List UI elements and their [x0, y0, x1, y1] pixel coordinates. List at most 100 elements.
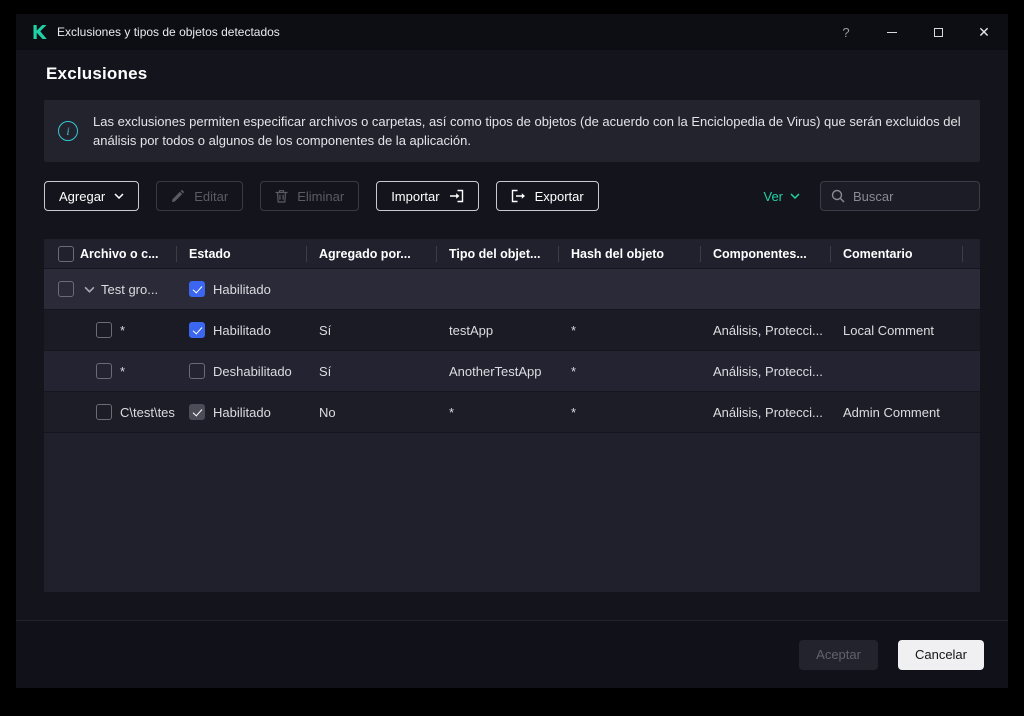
status-label: Habilitado [213, 322, 271, 338]
column-header-comment[interactable]: Comentario [830, 239, 962, 268]
row-end-spacer [962, 351, 980, 391]
select-all-checkbox[interactable] [58, 245, 74, 262]
column-header-components[interactable]: Componentes... [700, 239, 830, 268]
column-header-added-by[interactable]: Agregado por... [306, 239, 436, 268]
status-cell: Habilitado [176, 269, 306, 309]
info-icon: i [58, 121, 78, 141]
status-label: Habilitado [213, 404, 271, 420]
row-select-cell [44, 310, 78, 350]
table-row[interactable]: * Deshabilitado Sí AnotherTestApp * Anál… [44, 351, 980, 392]
components-cell: Análisis, Protecci... [713, 322, 823, 338]
chevron-down-icon[interactable] [84, 286, 95, 293]
row-select-cell [44, 351, 78, 391]
status-label: Deshabilitado [213, 363, 292, 379]
table-header: Archivo o c... Estado Agregado por... Ti… [44, 239, 980, 269]
footer: Aceptar Cancelar [16, 620, 1008, 688]
comment-cell [830, 351, 962, 391]
export-button[interactable]: Exportar [495, 181, 599, 211]
export-icon [511, 189, 526, 203]
search-input[interactable] [853, 188, 969, 204]
column-header-spacer [962, 239, 980, 268]
maximize-icon [933, 27, 943, 37]
file-name: * [120, 363, 126, 379]
help-button[interactable]: ? [838, 24, 854, 40]
table-group-row[interactable]: Test gro... Habilitado [44, 269, 980, 310]
cancel-button[interactable]: Cancelar [897, 639, 984, 670]
row-select-cell [44, 269, 78, 309]
app-window: Exclusiones y tipos de objetos detectado… [16, 14, 1008, 688]
delete-button-label: Eliminar [297, 188, 345, 204]
status-checkbox[interactable] [189, 281, 205, 297]
row-end-spacer [962, 310, 980, 350]
file-cell: * [78, 310, 176, 350]
import-button[interactable]: Importar [376, 181, 479, 211]
added-by-cell: Sí [319, 363, 332, 379]
row-checkbox[interactable] [96, 363, 112, 379]
view-dropdown[interactable]: Ver [763, 189, 800, 204]
object-hash-cell: * [571, 363, 577, 379]
row-checkbox[interactable] [96, 404, 112, 420]
chevron-down-icon [114, 193, 124, 199]
row-select-cell [44, 392, 78, 432]
trash-icon [275, 189, 288, 203]
exclusions-table: Archivo o c... Estado Agregado por... Ti… [44, 239, 980, 592]
status-cell: Habilitado [176, 310, 306, 350]
status-label: Habilitado [213, 281, 271, 297]
column-header-status[interactable]: Estado [176, 239, 306, 268]
kaspersky-logo-icon [32, 24, 48, 40]
file-name: * [120, 322, 126, 338]
file-cell: * [78, 351, 176, 391]
minimize-icon [887, 31, 897, 33]
added-by-cell: No [319, 404, 336, 420]
object-hash-cell: * [571, 322, 577, 338]
edit-button-label: Editar [194, 188, 229, 204]
table-row[interactable]: * Habilitado Sí testApp * Análisis, Prot… [44, 310, 980, 351]
info-text: Las exclusiones permiten especificar arc… [93, 114, 961, 148]
status-checkbox[interactable] [189, 404, 205, 420]
search-icon [831, 189, 845, 203]
status-checkbox[interactable] [189, 322, 205, 338]
search-box [820, 181, 980, 211]
accept-button[interactable]: Aceptar [799, 639, 878, 670]
column-header-object-type[interactable]: Tipo del objet... [436, 239, 558, 268]
row-checkbox[interactable] [96, 322, 112, 338]
add-button-label: Agregar [59, 188, 106, 204]
pencil-icon [171, 189, 185, 203]
comment-cell: Local Comment [843, 322, 935, 338]
file-cell: C\test\tes... [78, 392, 176, 432]
import-button-label: Importar [391, 188, 440, 204]
object-type-cell: * [449, 404, 455, 420]
minimize-button[interactable] [884, 24, 900, 40]
export-button-label: Exportar [534, 188, 584, 204]
comment-cell: Admin Comment [843, 404, 940, 420]
object-type-cell: AnotherTestApp [449, 363, 542, 379]
table-row[interactable]: C\test\tes... Habilitado No * * Análisis… [44, 392, 980, 433]
info-banner: i Las exclusiones permiten especificar a… [44, 100, 980, 162]
row-checkbox[interactable] [58, 281, 74, 297]
components-cell: Análisis, Protecci... [713, 363, 823, 379]
maximize-button[interactable] [930, 24, 946, 40]
added-by-cell: Sí [319, 322, 332, 338]
row-end-spacer [962, 392, 980, 432]
toolbar: Agregar Editar Eliminar Importar Exporta… [44, 181, 980, 211]
page-title: Exclusiones [46, 64, 148, 83]
window-title: Exclusiones y tipos de objetos detectado… [57, 25, 280, 39]
import-icon [449, 189, 464, 203]
object-hash-cell: * [571, 404, 577, 420]
chevron-down-icon [790, 193, 800, 199]
edit-button[interactable]: Editar [156, 181, 244, 211]
add-button[interactable]: Agregar [44, 181, 140, 211]
group-name: Test gro... [101, 281, 159, 297]
view-dropdown-label: Ver [763, 188, 783, 204]
delete-button[interactable]: Eliminar [260, 181, 360, 211]
column-header-file[interactable]: Archivo o c... [78, 239, 176, 268]
object-type-cell: testApp [449, 322, 494, 338]
status-cell: Deshabilitado [176, 351, 306, 391]
close-button[interactable]: ✕ [976, 24, 992, 40]
column-header-object-hash[interactable]: Hash del objeto [558, 239, 700, 268]
file-name: C\test\tes... [120, 404, 176, 420]
window-controls: ? ✕ [838, 24, 992, 40]
titlebar: Exclusiones y tipos de objetos detectado… [16, 14, 1008, 50]
components-cell: Análisis, Protecci... [713, 404, 823, 420]
status-checkbox[interactable] [189, 363, 205, 379]
